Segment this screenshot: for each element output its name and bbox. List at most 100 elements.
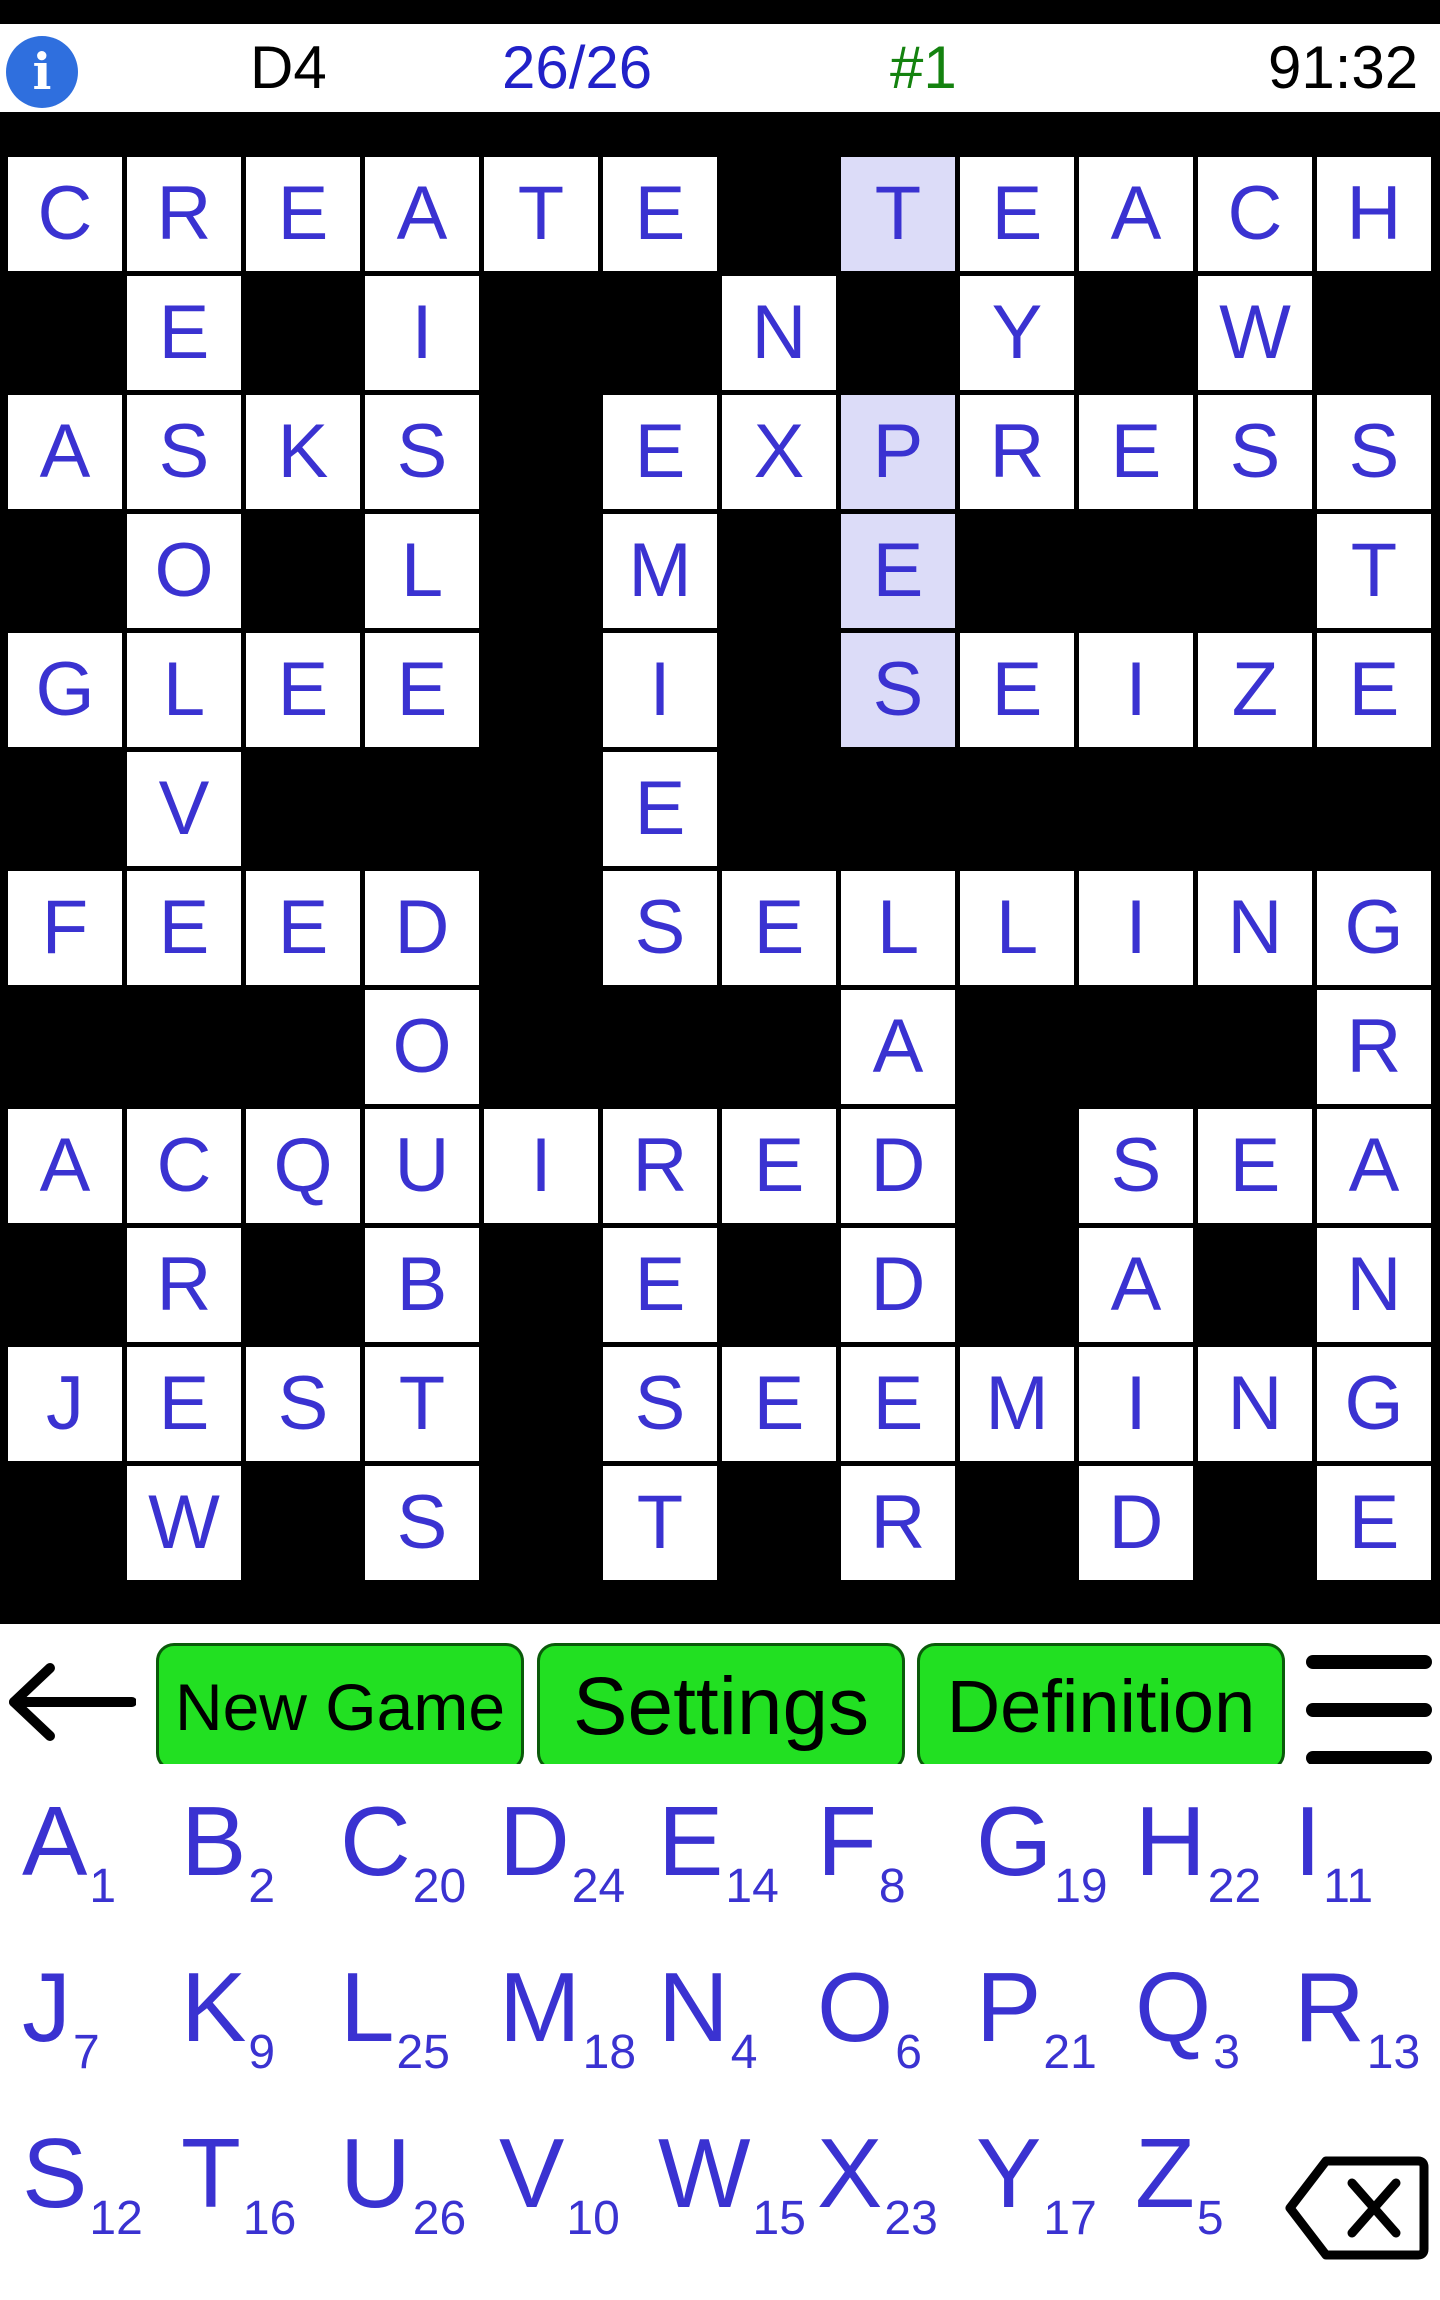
grid-cell[interactable]: S <box>1198 395 1312 509</box>
grid-cell[interactable]: P <box>841 395 955 509</box>
grid-cell[interactable]: E <box>246 633 360 747</box>
settings-button[interactable]: Settings <box>537 1643 905 1771</box>
grid-cell[interactable]: A <box>1317 1109 1431 1223</box>
key-t[interactable]: T 16 <box>173 2096 323 2246</box>
grid-cell[interactable]: J <box>8 1347 122 1461</box>
grid-cell[interactable]: E <box>1317 633 1431 747</box>
grid-cell[interactable]: I <box>1079 633 1193 747</box>
grid-cell[interactable]: I <box>484 1109 598 1223</box>
grid-cell[interactable]: M <box>960 1347 1074 1461</box>
grid-cell[interactable]: C <box>8 157 122 271</box>
key-l[interactable]: L 25 <box>332 1930 482 2080</box>
grid-cell[interactable]: N <box>1317 1228 1431 1342</box>
grid-cell[interactable]: R <box>960 395 1074 509</box>
key-b[interactable]: B2 <box>173 1764 323 1914</box>
grid-cell[interactable]: E <box>603 157 717 271</box>
grid-cell[interactable]: I <box>603 633 717 747</box>
grid-cell[interactable]: W <box>1198 276 1312 390</box>
grid-cell[interactable]: L <box>841 871 955 985</box>
grid-cell[interactable]: T <box>484 157 598 271</box>
key-z[interactable]: Z5 <box>1127 2096 1277 2246</box>
grid-cell[interactable]: V <box>127 752 241 866</box>
grid-cell[interactable]: N <box>1198 871 1312 985</box>
grid-cell[interactable]: E <box>722 1109 836 1223</box>
grid-cell[interactable]: N <box>1198 1347 1312 1461</box>
grid-cell[interactable]: G <box>8 633 122 747</box>
grid-cell[interactable]: E <box>603 395 717 509</box>
backspace-icon[interactable] <box>1284 2153 1430 2263</box>
grid-cell[interactable]: I <box>365 276 479 390</box>
key-v[interactable]: V 10 <box>491 2096 641 2246</box>
grid-cell[interactable]: R <box>841 1466 955 1580</box>
grid-cell[interactable]: A <box>8 395 122 509</box>
key-e[interactable]: E 14 <box>650 1764 800 1914</box>
grid-cell[interactable]: E <box>841 514 955 628</box>
grid-cell[interactable]: S <box>603 1347 717 1461</box>
new-game-button[interactable]: New Game <box>156 1643 524 1771</box>
grid-cell[interactable]: E <box>127 871 241 985</box>
grid-cell[interactable]: E <box>127 276 241 390</box>
grid-cell[interactable]: T <box>1317 514 1431 628</box>
key-y[interactable]: Y 17 <box>968 2096 1118 2246</box>
grid-cell[interactable]: M <box>603 514 717 628</box>
grid-cell[interactable]: S <box>365 1466 479 1580</box>
key-u[interactable]: U 26 <box>332 2096 482 2246</box>
key-c[interactable]: C 20 <box>332 1764 482 1914</box>
grid-cell[interactable]: A <box>8 1109 122 1223</box>
grid-cell[interactable]: E <box>1079 395 1193 509</box>
grid-cell[interactable]: D <box>365 871 479 985</box>
grid-cell[interactable]: E <box>246 871 360 985</box>
grid-cell[interactable]: S <box>1317 395 1431 509</box>
grid-cell[interactable]: A <box>365 157 479 271</box>
grid-cell[interactable]: R <box>603 1109 717 1223</box>
info-icon[interactable]: i <box>6 36 78 108</box>
grid-cell[interactable]: E <box>1317 1466 1431 1580</box>
grid-cell[interactable]: L <box>127 633 241 747</box>
key-r[interactable]: R 13 <box>1286 1930 1436 2080</box>
key-a[interactable]: A1 <box>14 1764 164 1914</box>
key-p[interactable]: P 21 <box>968 1930 1118 2080</box>
key-g[interactable]: G 19 <box>968 1764 1118 1914</box>
grid-cell[interactable]: E <box>960 633 1074 747</box>
grid-cell[interactable]: O <box>127 514 241 628</box>
grid-cell[interactable]: E <box>603 1228 717 1342</box>
key-n[interactable]: N4 <box>650 1930 800 2080</box>
grid-cell[interactable]: T <box>603 1466 717 1580</box>
grid-cell[interactable]: E <box>246 157 360 271</box>
grid-cell[interactable]: X <box>722 395 836 509</box>
grid-cell[interactable]: Q <box>246 1109 360 1223</box>
key-d[interactable]: D 24 <box>491 1764 641 1914</box>
grid-cell[interactable]: S <box>603 871 717 985</box>
grid-cell[interactable]: D <box>841 1228 955 1342</box>
arrow-left-icon[interactable] <box>4 1662 136 1742</box>
grid-cell[interactable]: C <box>1198 157 1312 271</box>
grid-cell[interactable]: S <box>246 1347 360 1461</box>
grid-cell[interactable]: H <box>1317 157 1431 271</box>
key-w[interactable]: W 15 <box>650 2096 806 2246</box>
grid-cell[interactable]: O <box>365 990 479 1104</box>
grid-cell[interactable]: G <box>1317 1347 1431 1461</box>
grid-cell[interactable]: E <box>127 1347 241 1461</box>
definition-button[interactable]: Definition <box>917 1643 1285 1771</box>
grid-cell[interactable]: K <box>246 395 360 509</box>
hamburger-menu-icon[interactable] <box>1305 1652 1433 1768</box>
grid-cell[interactable]: T <box>841 157 955 271</box>
grid-cell[interactable]: G <box>1317 871 1431 985</box>
grid-cell[interactable]: S <box>841 633 955 747</box>
key-m[interactable]: M 18 <box>491 1930 641 2080</box>
grid-cell[interactable]: D <box>1079 1466 1193 1580</box>
key-j[interactable]: J7 <box>14 1930 164 2080</box>
grid-cell[interactable]: L <box>365 514 479 628</box>
grid-cell[interactable]: Z <box>1198 633 1312 747</box>
key-x[interactable]: X 23 <box>809 2096 959 2246</box>
grid-cell[interactable]: A <box>841 990 955 1104</box>
grid-cell[interactable]: E <box>603 752 717 866</box>
grid-cell[interactable]: R <box>1317 990 1431 1104</box>
grid-cell[interactable]: E <box>722 1347 836 1461</box>
key-h[interactable]: H 22 <box>1127 1764 1277 1914</box>
grid-cell[interactable]: E <box>960 157 1074 271</box>
grid-cell[interactable]: N <box>722 276 836 390</box>
grid-cell[interactable]: S <box>365 395 479 509</box>
key-s[interactable]: S 12 <box>14 2096 164 2246</box>
grid-cell[interactable]: D <box>841 1109 955 1223</box>
